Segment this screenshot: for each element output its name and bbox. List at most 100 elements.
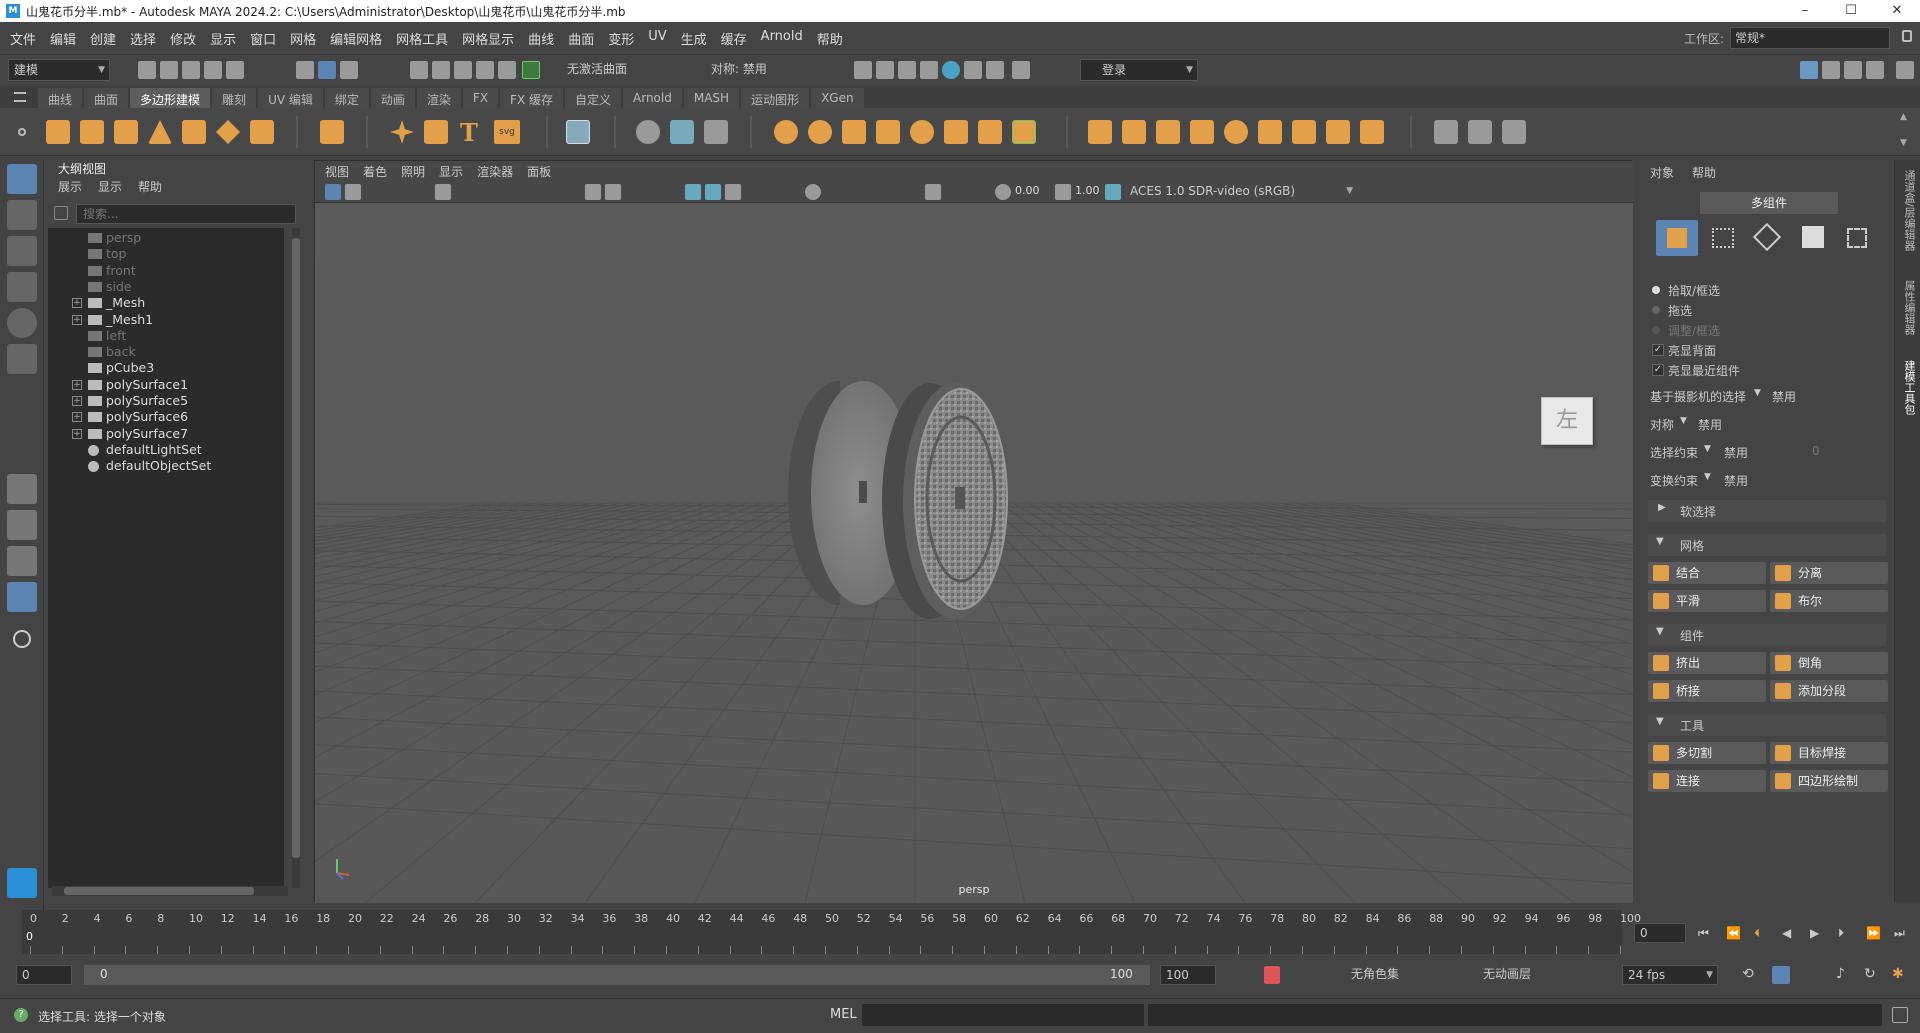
menu-item[interactable]: 网格 [283,29,323,48]
snap-view-icon[interactable] [476,61,494,79]
gamma-icon[interactable] [1055,184,1071,200]
exposure-icon[interactable] [995,184,1011,200]
textured-icon[interactable] [725,184,741,200]
poly-sphere-icon[interactable] [46,120,70,144]
poke-icon[interactable] [1292,120,1316,144]
snap-grid-icon[interactable] [410,61,428,79]
workspace-dropdown[interactable]: 常规* [1730,27,1890,49]
toolkit-button[interactable]: 平滑 [1648,590,1766,612]
menu-item[interactable]: 编辑 [43,29,83,48]
menu-set-dropdown[interactable]: 建模 ▼ [8,59,110,81]
help-icon[interactable]: ? [14,1008,28,1022]
loop-icon[interactable]: ⟲ [1742,966,1754,982]
snap-curve-icon[interactable] [432,61,450,79]
shelf-tab[interactable]: 曲面 [84,88,129,108]
shelf-tab[interactable]: 自定义 [565,88,622,108]
combine-icon[interactable] [774,120,798,144]
soft-select-header[interactable]: ▶ 软选择 [1648,500,1886,522]
highlight-backfaces-checkbox[interactable]: ✓ 亮显背面 [1642,340,1892,362]
scale-tool-icon[interactable] [7,344,37,374]
toolkit-button[interactable]: 四边形绘制 [1770,770,1888,792]
channel-box-tab[interactable]: 通道盒/层编辑器 [1901,170,1917,251]
toolkit-button[interactable]: 多切割 [1648,742,1766,764]
pause-viewport-icon[interactable] [1012,61,1030,79]
extrude-icon[interactable] [1088,120,1112,144]
fps-dropdown[interactable]: 24 fps ▼ [1622,965,1718,985]
new-scene-icon[interactable] [138,61,156,79]
mesh-section-header[interactable]: ▼ 网格 [1648,534,1886,556]
smooth-shade-icon[interactable] [705,184,721,200]
center-pivot-icon[interactable] [670,120,694,144]
shelf-tab[interactable]: Arnold [623,88,682,108]
menu-item[interactable]: 网格显示 [455,29,521,48]
wireframe-icon[interactable] [685,184,701,200]
smooth-icon[interactable] [944,120,968,144]
menu-item[interactable]: 缓存 [714,29,754,48]
shelf-tab[interactable]: XGen [811,88,864,108]
shelf-tab[interactable]: 曲线 [38,88,83,108]
attribute-editor-tab[interactable]: 属性编辑器 [1901,280,1917,335]
face-mode-icon[interactable] [1802,226,1824,248]
render-settings-icon[interactable] [898,61,916,79]
persp-outliner-layout-icon[interactable] [7,546,37,576]
script-editor-icon[interactable] [1892,1007,1908,1023]
viewcube[interactable]: 左 [1541,397,1593,445]
character-set-dropdown[interactable]: 无角色集 [1346,965,1456,985]
maximize-button[interactable]: ☐ [1828,0,1874,22]
script-language-label[interactable]: MEL [830,1007,857,1022]
components-section-header[interactable]: ▼ 组件 [1648,624,1886,646]
auto-key-icon[interactable] [1264,966,1280,984]
separate-icon[interactable] [808,120,832,144]
outliner-menu-item[interactable]: 展示 [58,178,82,195]
command-input[interactable] [862,1004,1144,1026]
shelf-tab[interactable]: 雕刻 [212,88,257,108]
toolkit-button[interactable]: 挤出 [1648,652,1766,674]
shelf-scroll-up-icon[interactable]: ▲ [1900,112,1907,122]
maya-home-icon[interactable] [7,868,37,898]
single-perspective-layout-icon[interactable] [7,474,37,504]
outliner-search-input[interactable]: 搜索... [76,204,296,224]
open-scene-icon[interactable] [160,61,178,79]
modeling-toolkit-toggle-icon[interactable] [1800,61,1818,79]
grid-toggle-icon[interactable] [585,184,601,200]
layout-toggle-icon[interactable] [1896,61,1914,79]
remesh-icon[interactable] [1012,120,1036,144]
rotate-tool-icon[interactable] [7,308,37,338]
login-dropdown[interactable]: 登录 ▼ [1080,59,1198,81]
poly-plane-icon[interactable] [216,120,240,144]
fill-hole-icon[interactable] [1224,120,1248,144]
step-back-frame-icon[interactable]: ⏴ [1754,926,1760,941]
expand-icon[interactable]: + [72,314,82,325]
tools-section-header[interactable]: ▼ 工具 [1648,714,1886,736]
symmetry-dropdown[interactable]: 对称: 禁用 [706,59,806,81]
scene-end-field[interactable]: 100 [1160,965,1216,985]
range-slider-bar[interactable]: 0 100 [84,965,1150,985]
shelf-tab[interactable]: 渲染 [416,88,461,108]
chamfer-icon[interactable] [1360,120,1384,144]
toolkit-button[interactable]: 连接 [1648,770,1766,792]
type-tool-icon[interactable]: T [460,118,478,147]
shelf-scroll-down-icon[interactable]: ▼ [1900,138,1907,148]
light-editor-icon[interactable] [986,61,1004,79]
menu-item[interactable]: 窗口 [243,29,283,48]
object-mode-icon[interactable] [1656,220,1698,256]
menu-item[interactable]: 生成 [674,29,714,48]
transform-constraint-row[interactable]: 变换约束 ▼ 禁用 [1642,470,1892,492]
outliner-hscrollbar[interactable] [52,886,288,896]
step-forward-frame-icon[interactable]: ⏵ [1838,926,1844,941]
paint-select-tool-icon[interactable] [7,236,37,266]
pick-marquee-option[interactable]: 拾取/框选 [1642,280,1892,302]
measure-tool-icon[interactable] [636,120,660,144]
toolkit-button[interactable]: 倒角 [1770,652,1888,674]
shelf-tab[interactable]: MASH [683,88,740,108]
bookmark-icon[interactable] [435,184,451,200]
drag-option[interactable]: 拖选 [1642,300,1892,322]
viewport-canvas[interactable]: 左 [315,203,1633,903]
select-camera-icon[interactable] [325,184,341,200]
select-tool-icon[interactable] [7,164,37,194]
poly-disc-icon[interactable] [250,120,274,144]
outliner-vscrollbar[interactable] [292,228,300,888]
freeze-transform-icon[interactable] [704,120,728,144]
insert-edge-loop-icon[interactable] [1468,120,1492,144]
select-by-hierarchy-icon[interactable] [296,61,314,79]
